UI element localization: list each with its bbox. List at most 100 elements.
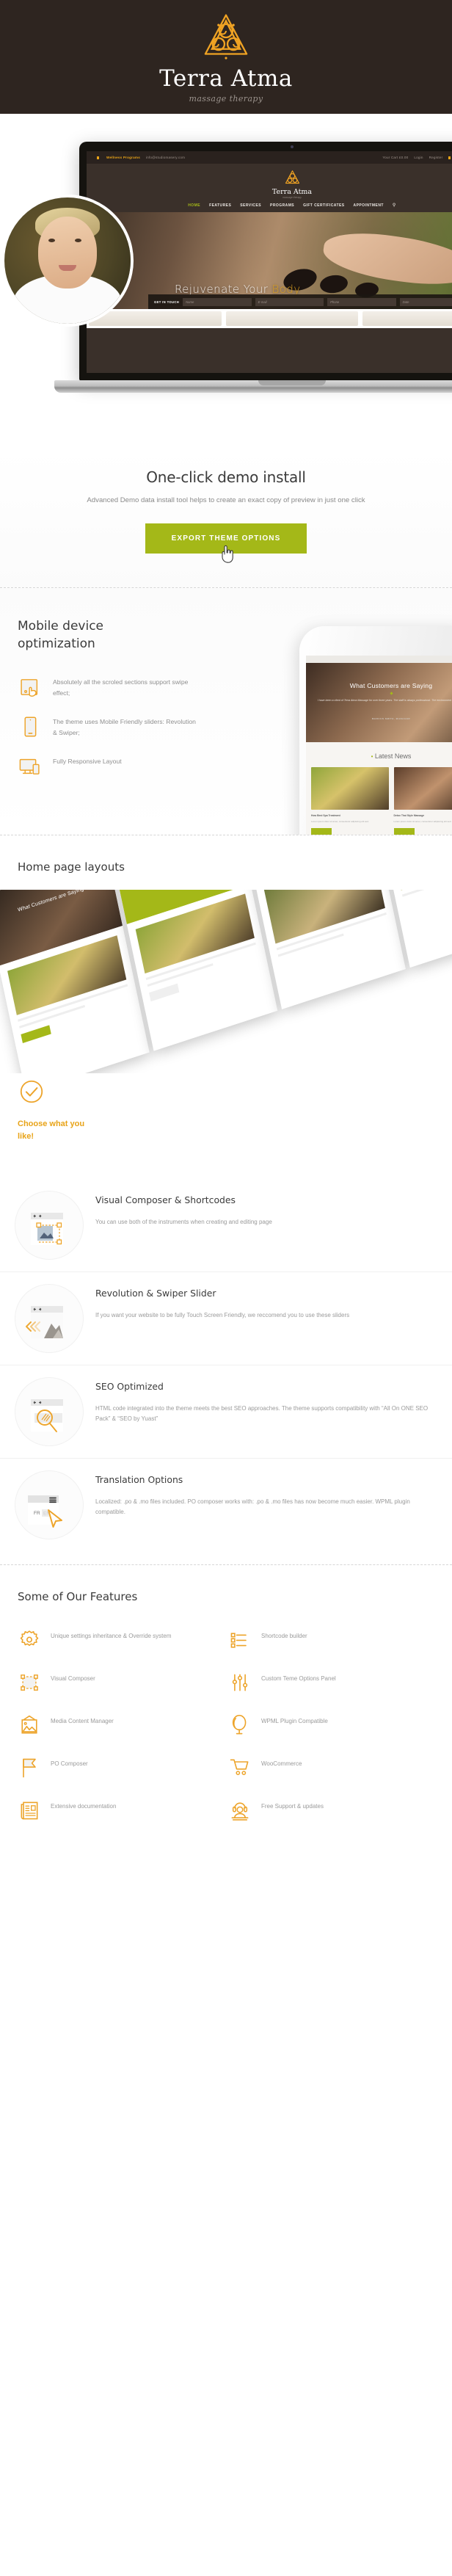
portrait-eye: [48, 239, 55, 242]
lang-from-label: FR: [34, 1511, 40, 1516]
list-item[interactable]: How Best Spa Treatment Lorem ipsum dolor…: [311, 766, 389, 835]
hero-section: Wellness Programs info@studiomasery.com …: [0, 114, 452, 448]
topbar-register[interactable]: Register: [429, 156, 443, 159]
home-page-layouts-section: Home page layouts What Customers are Say…: [0, 835, 452, 1172]
topbar-promo[interactable]: Wellness Programs: [106, 156, 140, 159]
feature-block-translation: FR EN Translation Options Localized: .po…: [0, 1458, 452, 1551]
topbar-login[interactable]: Login: [414, 156, 423, 159]
phone-screen: What Customers are Saying I have been a …: [306, 655, 452, 835]
phone-testimonial-image: What Customers are Saying I have been a …: [306, 662, 452, 742]
phone-latest-news-heading: • Latest News: [306, 741, 452, 767]
card-title: Detox Thai Style Massage: [393, 813, 425, 817]
preview-topbar: Wellness Programs info@studiomasery.com …: [87, 151, 452, 164]
list-item-label: Fully Responsive Layout: [53, 758, 122, 766]
card-button[interactable]: [311, 828, 332, 835]
support-headset-icon: [231, 1802, 249, 1821]
brand-name: Terra Atma: [159, 65, 293, 92]
feature-block-text: Revolution & Swiper Slider If you want y…: [95, 1284, 434, 1321]
nav-item-features[interactable]: FEATURES: [209, 203, 231, 208]
nav-item-gift-certificates[interactable]: GIFT CERTIFICATES: [303, 203, 344, 208]
list-item: PO Composer: [18, 1756, 224, 1779]
layouts-title: Home page layouts: [18, 860, 125, 874]
preview-body: [383, 890, 452, 907]
list-item-label: Free Support & updates: [261, 1803, 324, 1810]
strip-cell: [362, 311, 452, 326]
card-image: [393, 766, 452, 810]
search-icon[interactable]: ⚲: [393, 203, 396, 208]
therapist-portrait: [4, 197, 131, 324]
browser-drag-handles-icon: [15, 1191, 84, 1260]
hot-stone-shape: [318, 273, 349, 295]
laptop-base: [54, 380, 452, 393]
preview-body: [255, 890, 397, 967]
preview-button[interactable]: [149, 983, 180, 1002]
feature-block-description: Localized: .po & .mo files included. PO …: [95, 1498, 410, 1516]
feature-block-title: Visual Composer & Shortcodes: [95, 1194, 236, 1206]
card-button[interactable]: [393, 828, 415, 835]
list-item: Custom Teme Options Panel: [228, 1671, 434, 1694]
webcam-icon: [291, 145, 294, 148]
selection-box-icon: [21, 1675, 38, 1691]
list-item: Unique settings inheritance & Override s…: [18, 1628, 224, 1652]
list-item: WooCommerce: [228, 1756, 434, 1779]
our-features-section: Some of Our Features Unique settings inh…: [0, 1565, 452, 1852]
brand-header: Terra Atma massage therapy: [0, 0, 452, 114]
card-body: Lorem ipsum dolor sit amet, consectetur …: [311, 820, 369, 824]
export-theme-options-button[interactable]: EXPORT THEME OPTIONS: [145, 523, 307, 554]
nav-item-home[interactable]: HOME: [188, 203, 200, 208]
preview-line: [401, 890, 452, 897]
list-item-label: PO Composer: [51, 1760, 88, 1768]
topbar-email[interactable]: info@studiomasery.com: [146, 156, 185, 159]
mobile-title: Mobile device optimization: [18, 618, 104, 651]
feature-block-description: HTML code integrated into the theme meet…: [95, 1404, 429, 1423]
language-switch-cursor-icon: FR EN: [15, 1470, 84, 1540]
form-field-email[interactable]: E-mail: [255, 297, 324, 306]
nav-item-programs[interactable]: PROGRAMS: [270, 203, 294, 208]
list-item[interactable]: Detox Thai Style Massage Lorem ipsum dol…: [393, 766, 452, 835]
list-item-label: Custom Teme Options Panel: [261, 1675, 336, 1683]
form-field-date[interactable]: Date: [399, 297, 452, 306]
testimonial-author: MARCUS SMITH, MANAGER: [371, 716, 411, 720]
list-item: Visual Composer: [18, 1671, 224, 1694]
triquetra-spiral-logo-icon: [200, 11, 252, 64]
feature-block-title: Translation Options: [95, 1474, 183, 1486]
card-body: Lorem ipsum dolor sit amet, consectetur …: [393, 820, 452, 824]
phone-icon: [448, 156, 451, 159]
form-field-name[interactable]: Name: [183, 297, 252, 306]
tablet-swipe-icon: [21, 679, 38, 697]
feature-block-text: Translation Options Localized: .po & .mo…: [95, 1470, 434, 1518]
list-item-label: Visual Composer: [51, 1675, 95, 1683]
form-label: GET IN TOUCH: [154, 300, 180, 304]
feature-block-description: You can use both of the instruments when…: [95, 1218, 272, 1225]
list-item-label: Extensive documentation: [51, 1803, 117, 1810]
list-item: WPML Plugin Compatible: [228, 1713, 434, 1737]
list-item: Fully Responsive Layout: [18, 754, 201, 779]
testimonial-heading: What Customers are Saying: [349, 681, 433, 689]
laptop-mockup: Wellness Programs info@studiomasery.com …: [54, 142, 452, 393]
preview-booking-form[interactable]: GET IN TOUCH Name E-mail Phone Date SEND: [148, 294, 452, 309]
list-item-label: Media Content Manager: [51, 1718, 114, 1725]
choose-label: Choose what you like!: [18, 1120, 85, 1141]
gear-icon: [20, 1630, 39, 1647]
preview-button[interactable]: [21, 1025, 51, 1044]
form-field-phone[interactable]: Phone: [327, 297, 396, 306]
card-image: [311, 766, 389, 810]
demo-description: Advanced Demo data install tool helps to…: [87, 496, 365, 504]
phone-news-cards: How Best Spa Treatment Lorem ipsum dolor…: [306, 766, 452, 835]
list-item-label: Shortcode builder: [261, 1633, 307, 1640]
document-newspaper-icon: [21, 1802, 38, 1820]
topbar-cart[interactable]: Your Cart £0.00: [382, 156, 408, 159]
testimonial-quote: I have been a client of Terra Atma Massa…: [317, 698, 452, 702]
flag-icon: [23, 1758, 36, 1778]
brand-tagline: massage therapy: [189, 93, 263, 104]
preview-nav[interactable]: HOME FEATURES SERVICES PROGRAMS GIFT CER…: [87, 203, 452, 212]
laptop-lid: Wellness Programs info@studiomasery.com …: [79, 142, 452, 381]
feature-blocks-section: Visual Composer & Shortcodes You can use…: [0, 1172, 452, 1565]
feature-block-text: Visual Composer & Shortcodes You can use…: [95, 1191, 434, 1227]
nav-item-services[interactable]: SERVICES: [240, 203, 261, 208]
nav-item-appointment[interactable]: APPOINTMENT: [354, 203, 384, 208]
preview-brand-tagline: massage therapy: [282, 196, 302, 199]
feature-block-title: SEO Optimized: [95, 1381, 164, 1393]
preview-thumb: [263, 890, 385, 944]
accent-diamond-icon: [389, 692, 393, 695]
